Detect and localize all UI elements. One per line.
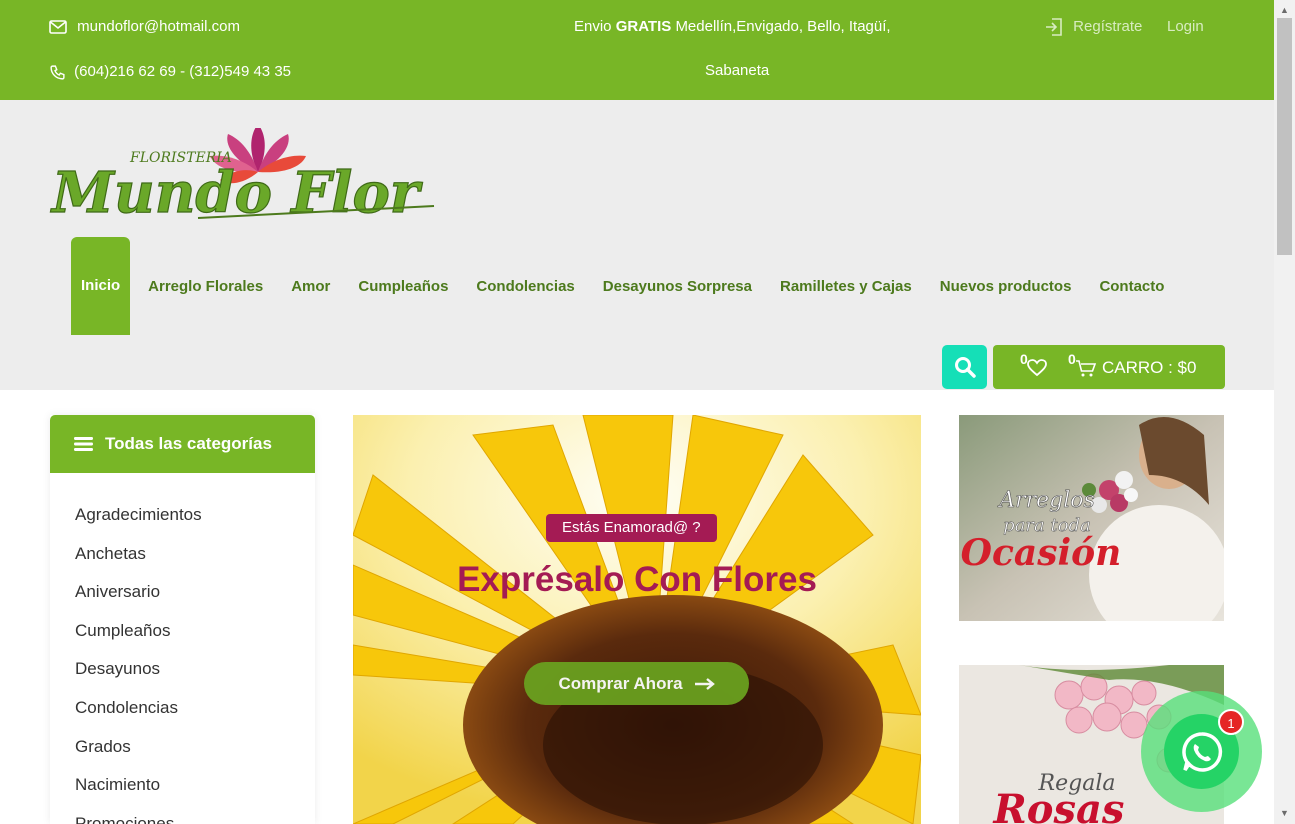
nav-item-cumpleanos[interactable]: Cumpleaños — [358, 278, 448, 295]
shipping-line2: Sabaneta — [705, 62, 770, 79]
arrow-right-icon — [694, 677, 715, 690]
phone-text: (604)216 62 69 - (312)549 43 35 — [74, 63, 291, 80]
phone-icon — [50, 64, 65, 80]
whatsapp-badge: 1 — [1218, 709, 1244, 735]
shipping-bold: GRATIS — [615, 18, 672, 35]
category-aniversario[interactable]: Aniversario — [50, 582, 315, 621]
banner1-line3: Ocasión — [961, 532, 1122, 574]
banner2-line2: Rosas — [993, 786, 1125, 824]
nav-item-nuevos-productos[interactable]: Nuevos productos — [940, 278, 1072, 295]
category-promociones[interactable]: Promociones — [50, 814, 315, 824]
category-sidebar: Todas las categorías Agradecimientos Anc… — [50, 415, 315, 824]
cart-label[interactable]: CARRO : $0 — [1102, 358, 1196, 378]
cart-icon[interactable] — [1075, 359, 1097, 378]
category-anchetas[interactable]: Anchetas — [50, 544, 315, 583]
bride-image: Arreglos para toda Ocasión — [959, 415, 1224, 621]
hero-slider: Estás Enamorad@ ? Exprésalo Con Flores C… — [353, 415, 921, 824]
nav-item-ramilletes-y-cajas[interactable]: Ramilletes y Cajas — [780, 278, 912, 295]
shipping-prefix: Envio — [574, 18, 612, 35]
contact-email[interactable]: mundoflor@hotmail.com — [49, 18, 240, 35]
scroll-down-arrow[interactable]: ▼ — [1277, 806, 1292, 820]
sunflower-image — [353, 415, 921, 824]
logo-graphic: FLORISTERIA Mundo Flor — [49, 124, 435, 227]
category-grados[interactable]: Grados — [50, 737, 315, 776]
nav-item-condolencias[interactable]: Condolencias — [476, 278, 574, 295]
email-text: mundoflor@hotmail.com — [77, 18, 240, 35]
shipping-line1: Medellín,Envigado, Bello, Itagüí, — [675, 18, 891, 35]
whatsapp-icon — [1181, 731, 1222, 772]
search-button[interactable] — [942, 345, 987, 389]
mail-icon — [49, 20, 67, 34]
nav-item-contacto[interactable]: Contacto — [1099, 278, 1164, 295]
sidebar-title: Todas las categorías — [105, 434, 272, 453]
main-nav: Inicio Arreglo Florales Amor Cumpleaños … — [71, 237, 1192, 335]
category-nacimiento[interactable]: Nacimiento — [50, 775, 315, 814]
scroll-up-arrow[interactable]: ▲ — [1277, 3, 1292, 17]
login-link[interactable]: Login — [1167, 18, 1204, 35]
nav-item-desayunos-sorpresa[interactable]: Desayunos Sorpresa — [603, 278, 752, 295]
sign-in-icon — [1046, 18, 1062, 36]
category-cumpleanos[interactable]: Cumpleaños — [50, 621, 315, 660]
shipping-notice: Envio GRATIS Medellín,Envigado, Bello, I… — [574, 18, 891, 35]
nav-item-amor[interactable]: Amor — [291, 278, 330, 295]
banner-arreglos[interactable]: Arreglos para toda Ocasión — [959, 415, 1224, 621]
contact-phone[interactable]: (604)216 62 69 - (312)549 43 35 — [49, 63, 291, 81]
search-icon — [954, 357, 976, 378]
shop-now-label: Comprar Ahora — [558, 673, 683, 693]
site-header: FLORISTERIA Mundo Flor Inicio Arreglo Fl… — [0, 100, 1274, 390]
hero-title: Exprésalo Con Flores — [457, 560, 817, 599]
category-list: Agradecimientos Anchetas Aniversario Cum… — [50, 473, 315, 824]
hero-tag: Estás Enamorad@ ? — [546, 514, 717, 542]
banner1-line1: Arreglos — [997, 488, 1095, 513]
nav-item-inicio[interactable]: Inicio — [71, 237, 131, 335]
register-label: Regístrate — [1073, 17, 1143, 35]
top-bar: mundoflor@hotmail.com (604)216 62 69 - (… — [0, 0, 1274, 100]
category-desayunos[interactable]: Desayunos — [50, 659, 315, 698]
category-condolencias[interactable]: Condolencias — [50, 698, 315, 737]
menu-icon — [74, 437, 93, 451]
scrollbar-thumb[interactable] — [1277, 18, 1292, 255]
register-link[interactable]: Regístrate — [1044, 17, 1142, 37]
shop-now-button[interactable]: Comprar Ahora — [524, 662, 749, 705]
cart-bar: 0 0 CARRO : $0 — [993, 345, 1225, 389]
category-agradecimientos[interactable]: Agradecimientos — [50, 505, 315, 544]
heart-icon[interactable] — [1027, 359, 1047, 377]
sidebar-header[interactable]: Todas las categorías — [50, 415, 315, 473]
site-logo[interactable]: FLORISTERIA Mundo Flor — [48, 124, 438, 240]
nav-item-arreglo-florales[interactable]: Arreglo Florales — [148, 278, 263, 295]
